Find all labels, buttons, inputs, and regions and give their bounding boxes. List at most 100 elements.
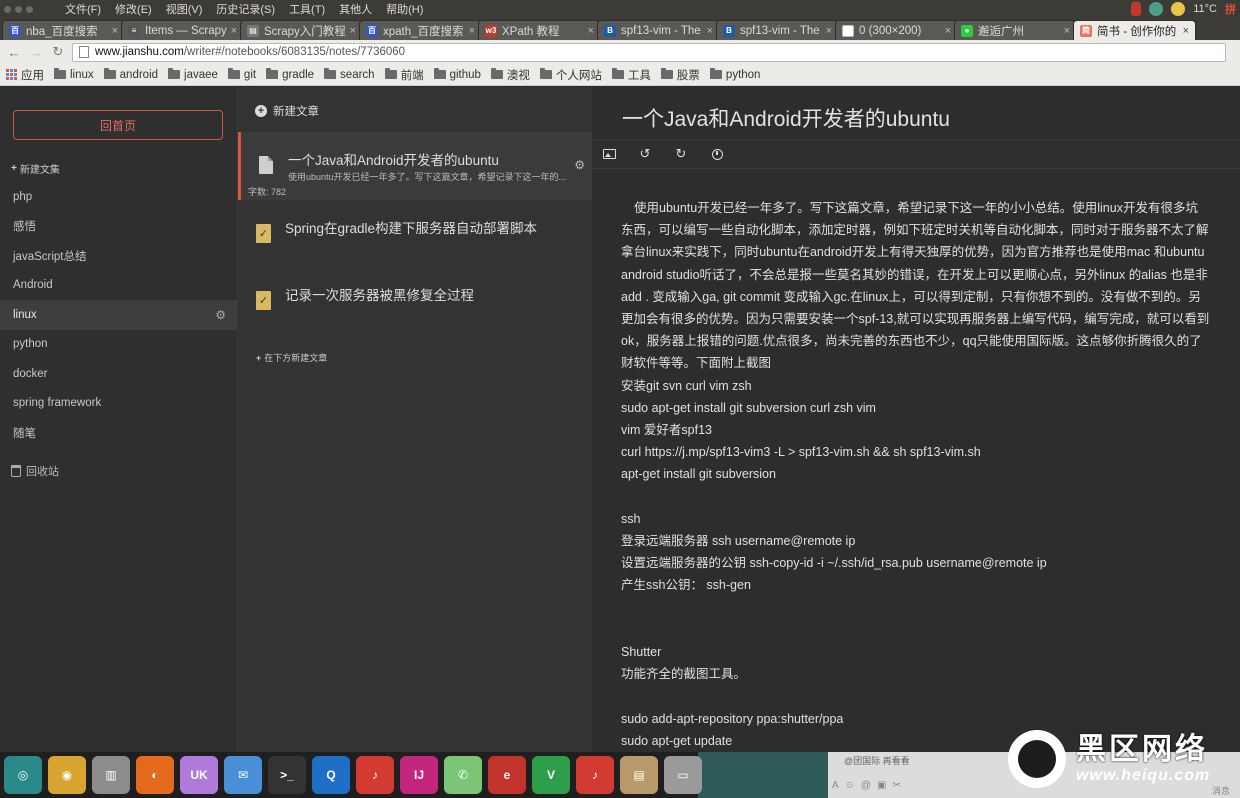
browser-tab[interactable]: ▤ Scrapy入门教程 ×: [240, 20, 363, 40]
close-tab-icon[interactable]: ×: [945, 25, 951, 37]
bookmark-folder[interactable]: 股票: [660, 67, 700, 83]
font-icon[interactable]: A: [832, 780, 839, 791]
menu-tools[interactable]: 工具(T): [287, 1, 327, 17]
close-tab-icon[interactable]: ×: [588, 25, 594, 37]
network-tray-icon[interactable]: [1149, 2, 1164, 16]
chat-send-label[interactable]: 消息: [1212, 784, 1230, 797]
redo-icon[interactable]: ↻: [674, 146, 688, 161]
notebook-item[interactable]: python: [0, 330, 237, 360]
bookmark-folder[interactable]: javaee: [168, 68, 218, 81]
undo-icon[interactable]: ↺: [638, 146, 652, 161]
bookmark-folder[interactable]: 澳视: [490, 67, 530, 83]
window-controls[interactable]: [4, 5, 33, 13]
note-settings-gear-icon[interactable]: ⚙: [574, 158, 585, 172]
close-tab-icon[interactable]: ×: [1183, 25, 1189, 37]
intellij-icon[interactable]: IJ: [400, 756, 438, 794]
article-content[interactable]: 使用ubuntu开发已经一年多了。写下这篇文章，希望记录下这一年的小小总结。使用…: [621, 197, 1240, 752]
menu-other-people[interactable]: 其他人: [337, 1, 374, 17]
qq-icon[interactable]: Q: [312, 756, 350, 794]
home-button[interactable]: 回首页: [13, 110, 223, 140]
menu-file[interactable]: 文件(F): [63, 1, 103, 17]
vim-icon[interactable]: V: [532, 756, 570, 794]
notebook-item[interactable]: javaScript总结: [0, 241, 237, 271]
file-cabinet-icon[interactable]: ▥: [92, 756, 130, 794]
back-arrow-icon[interactable]: ←: [6, 44, 22, 60]
bookmark-folder[interactable]: 前端: [384, 67, 424, 83]
document-viewer-icon[interactable]: e: [488, 756, 526, 794]
menu-edit[interactable]: 修改(E): [113, 1, 154, 17]
firefox-icon[interactable]: ◐: [136, 756, 174, 794]
browser-tab[interactable]: 0 (300×200) ×: [835, 20, 958, 40]
mail-icon[interactable]: ✉: [224, 756, 262, 794]
new-note-button[interactable]: + 新建文章: [255, 103, 319, 119]
notebook-settings-gear-icon[interactable]: ⚙: [215, 308, 226, 322]
drive-icon[interactable]: ▭: [664, 756, 702, 794]
shopping-bag-icon[interactable]: UK: [180, 756, 218, 794]
maximize-window-icon[interactable]: [26, 5, 33, 13]
close-tab-icon[interactable]: ×: [231, 25, 237, 37]
input-method-icon[interactable]: 拼: [1225, 1, 1236, 17]
weather-icon[interactable]: [1171, 2, 1186, 16]
wechat-icon[interactable]: ✆: [444, 756, 482, 794]
editor-body[interactable]: 使用ubuntu开发已经一年多了。写下这篇文章，希望记录下这一年的小小总结。使用…: [592, 171, 1240, 752]
close-tab-icon[interactable]: ×: [826, 25, 832, 37]
user-tray-icon[interactable]: [1131, 2, 1142, 16]
browser-tab[interactable]: 简简书 - 创作你的 ×: [1073, 20, 1196, 40]
browser-tab[interactable]: ≡ Items — Scrapy ×: [121, 20, 244, 40]
bookmark-folder[interactable]: search: [324, 68, 375, 81]
bookmark-folder[interactable]: 个人网站: [539, 67, 602, 83]
bookmark-folder[interactable]: linux: [54, 68, 94, 81]
browser-tab[interactable]: w3 XPath 教程 ×: [478, 20, 601, 40]
browser-tab[interactable]: 百 xpath_百度搜索 ×: [359, 20, 482, 40]
close-tab-icon[interactable]: ×: [112, 25, 118, 37]
forward-arrow-icon[interactable]: →: [28, 44, 44, 60]
add-note-below-button[interactable]: + 在下方新建文章: [256, 351, 327, 364]
menu-view[interactable]: 视图(V): [164, 1, 205, 17]
close-tab-icon[interactable]: ×: [707, 25, 713, 37]
at-icon[interactable]: @: [861, 780, 871, 791]
browser-tab[interactable]: 百 nba_百度搜索 ×: [2, 20, 125, 40]
emoji-icon[interactable]: ☺: [845, 780, 855, 791]
close-tab-icon[interactable]: ×: [1064, 25, 1070, 37]
browser-tab[interactable]: Bspf13-vim - The ×: [597, 20, 720, 40]
browser-tab[interactable]: Bspf13-vim - The ×: [716, 20, 839, 40]
bookmark-folder[interactable]: android: [103, 68, 158, 81]
bookmark-folder[interactable]: python: [709, 68, 760, 81]
music-icon-2[interactable]: ♪: [576, 756, 614, 794]
menu-history[interactable]: 历史记录(S): [214, 1, 277, 17]
note-item[interactable]: ✓ 记录一次服务器被黑修复全过程: [238, 267, 593, 335]
bookmark-folder[interactable]: github: [433, 68, 481, 81]
menu-help[interactable]: 帮助(H): [384, 1, 425, 17]
terminal-icon[interactable]: >_: [268, 756, 306, 794]
notebook-item[interactable]: docker: [0, 359, 237, 389]
weather-temperature[interactable]: 11°C: [1193, 3, 1217, 15]
scissors-icon[interactable]: ✂: [893, 780, 901, 791]
minimize-window-icon[interactable]: [15, 5, 22, 13]
article-title-input[interactable]: 一个Java和Android开发者的ubuntu: [622, 103, 950, 133]
archive-icon[interactable]: ▤: [620, 756, 658, 794]
notebook-item[interactable]: Android: [0, 271, 237, 301]
bookmark-apps[interactable]: 应用: [6, 67, 44, 83]
reload-icon[interactable]: ↻: [50, 44, 66, 60]
notebook-item[interactable]: 随笔: [0, 418, 237, 448]
notebook-item[interactable]: 感悟: [0, 212, 237, 242]
netease-music-icon[interactable]: ♪: [356, 756, 394, 794]
notebook-item[interactable]: linux ⚙: [0, 300, 237, 330]
notebook-item[interactable]: spring framework: [0, 389, 237, 419]
bookmark-folder[interactable]: git: [227, 68, 256, 81]
note-item[interactable]: 一个Java和Android开发者的ubuntu 使用ubuntu开发已经一年多…: [238, 132, 593, 200]
close-tab-icon[interactable]: ×: [469, 25, 475, 37]
note-item[interactable]: ✓ Spring在gradle构建下服务器自动部署脚本: [238, 200, 593, 268]
history-clock-icon[interactable]: [710, 147, 724, 161]
insert-image-icon[interactable]: [602, 147, 616, 161]
close-window-icon[interactable]: [4, 5, 11, 13]
bookmark-folder[interactable]: 工具: [611, 67, 651, 83]
chrome-icon[interactable]: ◉: [48, 756, 86, 794]
new-notebook-button[interactable]: + 新建文集: [11, 161, 60, 176]
browser-tab[interactable]: ● 邂逅广州 ×: [954, 20, 1077, 40]
picture-icon[interactable]: ▣: [877, 780, 886, 791]
bookmark-folder[interactable]: gradle: [266, 68, 314, 81]
close-tab-icon[interactable]: ×: [350, 25, 356, 37]
trash-button[interactable]: 回收站: [11, 463, 59, 479]
address-input[interactable]: www.jianshu.com/writer#/notebooks/608313…: [72, 42, 1226, 62]
